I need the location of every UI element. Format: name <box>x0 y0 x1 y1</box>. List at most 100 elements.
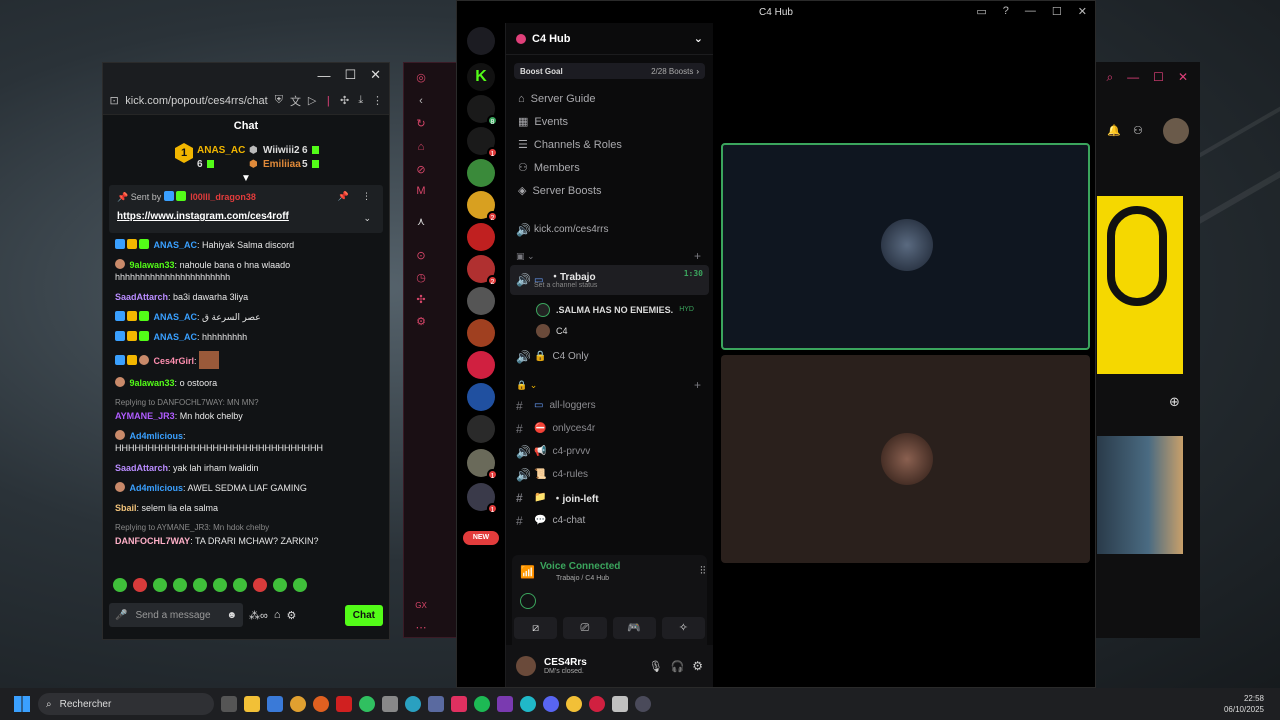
close-icon[interactable]: ✕ <box>370 67 381 83</box>
netflix-icon[interactable] <box>336 696 352 712</box>
back-icon[interactable]: ‹ <box>414 95 428 109</box>
chat-username[interactable]: 9alawan33 <box>130 378 175 388</box>
music-icon[interactable] <box>451 696 467 712</box>
username[interactable]: CES4Rrs <box>544 657 641 668</box>
microphone-icon[interactable]: 🎙 <box>649 660 663 673</box>
leader1-name[interactable]: ANAS_AC <box>197 145 245 156</box>
camera-off-button[interactable]: ⧄ <box>514 617 558 639</box>
whatsapp-icon[interactable] <box>359 696 375 712</box>
c4-server-icon[interactable]: 8 <box>467 95 498 126</box>
add-channel-icon[interactable]: + <box>694 249 701 263</box>
shield-icon[interactable]: ⛨ <box>274 94 284 107</box>
server-icon[interactable]: 1 <box>467 483 498 514</box>
chat-username[interactable]: ANAS_AC <box>154 240 198 250</box>
server-icon[interactable] <box>467 383 495 411</box>
settings-icon[interactable]: ⚙ <box>414 315 428 329</box>
emote-icon[interactable] <box>153 578 167 592</box>
channel-join-left[interactable]: # 📁 ・join-left <box>506 486 713 509</box>
maximize-icon[interactable]: ☐ <box>1052 5 1062 18</box>
minimize-icon[interactable]: — <box>1127 70 1139 90</box>
voice-user[interactable]: .SALMA HAS NO ENEMIES. HYD <box>506 299 713 320</box>
participant-tile[interactable] <box>721 143 1090 350</box>
message-input[interactable]: 🎤 Send a message ☻ <box>109 603 243 627</box>
channel-kick-link[interactable]: 🔊 kick.com/ces4rrs <box>506 218 713 241</box>
channel-trabajo[interactable]: 🔊 ▭ ・Trabajo 1:30 Set a channel status <box>510 265 709 295</box>
nav-server-guide[interactable]: ⌂ Server Guide <box>506 87 713 110</box>
microphone-icon[interactable]: 🎤 <box>115 610 127 621</box>
nav-server-boosts[interactable]: ◈ Server Boosts <box>506 179 713 202</box>
thumbnail-image[interactable] <box>1097 196 1183 374</box>
people-icon[interactable]: ⚇ <box>1133 124 1143 137</box>
noise-icon[interactable]: ⫶⫶ <box>700 565 706 578</box>
thumbnail-image[interactable] <box>1097 436 1183 554</box>
channel-c4-only[interactable]: 🔊 🔒 C4 Only <box>506 345 713 368</box>
emote-icon[interactable] <box>133 578 147 592</box>
pinned-user[interactable]: l00lll_dragon38 <box>190 192 256 202</box>
steam-icon[interactable] <box>635 696 651 712</box>
app-icon[interactable] <box>612 696 628 712</box>
nav-members[interactable]: ⚇ Members <box>506 156 713 179</box>
extensions-icon[interactable]: ✣ <box>414 293 428 307</box>
new-badge[interactable]: NEW <box>463 531 499 545</box>
emote-icon[interactable] <box>193 578 207 592</box>
emote-icon[interactable] <box>253 578 267 592</box>
chat-username[interactable]: Ces4rGirl <box>154 356 195 366</box>
participant-tile[interactable] <box>721 355 1090 563</box>
soundboard-button[interactable]: ✧ <box>661 617 705 639</box>
onenote-icon[interactable] <box>497 696 513 712</box>
collapse-icon[interactable]: ▼ <box>241 173 251 184</box>
close-icon[interactable]: ✕ <box>1078 5 1087 18</box>
boost-goal[interactable]: Boost Goal 2/28 Boosts › <box>514 63 705 79</box>
reply-context[interactable]: Replying to AYMANE_JR3: Mn hdok chelby <box>115 522 377 534</box>
app-icon[interactable] <box>382 696 398 712</box>
clock-icon[interactable]: ◷ <box>414 271 428 285</box>
channel-status[interactable]: Set a channel status <box>534 282 597 289</box>
chat-username[interactable]: Ad4mlicious <box>130 431 184 441</box>
discord-icon[interactable] <box>543 696 559 712</box>
emote-icon[interactable] <box>233 578 247 592</box>
server-icon[interactable]: 1 <box>467 449 498 480</box>
expand-icon[interactable]: ⌄ <box>363 213 371 224</box>
leader2-name[interactable]: Wiiwiii2 <box>263 145 300 156</box>
server-icon[interactable]: 2 <box>467 255 498 286</box>
add-channel-icon[interactable]: + <box>694 378 701 392</box>
gmail-icon[interactable]: M <box>414 185 428 199</box>
play-icon[interactable]: ▷ <box>307 94 317 107</box>
extensions-icon[interactable]: ✣ <box>339 94 349 107</box>
leader3-name[interactable]: Emiliiaa <box>263 159 301 170</box>
server-icon[interactable] <box>467 287 495 315</box>
minimize-icon[interactable]: — <box>1025 5 1036 18</box>
chat-username[interactable]: Sbail <box>115 503 137 513</box>
emoji-icon[interactable]: ☻ <box>226 610 237 621</box>
spotify-icon[interactable] <box>474 696 490 712</box>
channel-c4-chat[interactable]: # 💬 c4-chat <box>506 509 713 532</box>
app-icon[interactable] <box>566 696 582 712</box>
screenshare-button[interactable]: ⎚ <box>563 617 607 639</box>
headphones-icon[interactable]: 🎧 <box>671 660 685 673</box>
channel-c4-rules[interactable]: 🔊 📜 c4-rules <box>506 463 713 486</box>
category-voice[interactable]: ▣ ⌄ + <box>506 247 713 265</box>
translate-icon[interactable]: 文 <box>290 93 301 109</box>
history-icon[interactable]: ↻ <box>414 117 428 131</box>
chat-send-button[interactable]: Chat <box>344 604 383 626</box>
play-icon[interactable]: ⊙ <box>414 249 428 263</box>
add-icon[interactable]: ⊕ <box>1169 394 1180 410</box>
server-icon[interactable] <box>467 351 495 379</box>
close-icon[interactable]: ✕ <box>1178 70 1188 90</box>
chat-username[interactable]: SaadAttarch <box>115 463 168 473</box>
chat-username[interactable]: ANAS_AC <box>154 312 198 322</box>
ai-icon[interactable]: ⋏ <box>414 215 428 229</box>
server-icon[interactable]: 2 <box>467 191 498 222</box>
more-icon[interactable]: ⋯ <box>414 621 428 635</box>
download-icon[interactable]: ⤓ <box>356 94 366 107</box>
avatar[interactable] <box>1163 118 1189 144</box>
voice-user[interactable]: C4 <box>506 320 713 341</box>
activity-icon[interactable] <box>520 593 536 609</box>
opera-icon[interactable] <box>589 696 605 712</box>
maximize-icon[interactable]: ☐ <box>344 67 356 83</box>
chat-username[interactable]: 9alawan33 <box>130 260 175 270</box>
opera-icon[interactable]: ◎ <box>414 71 428 85</box>
store-icon[interactable]: ⌂ <box>274 609 281 621</box>
windows-start-icon[interactable] <box>14 696 30 712</box>
gx-icon[interactable]: GX <box>414 601 428 615</box>
